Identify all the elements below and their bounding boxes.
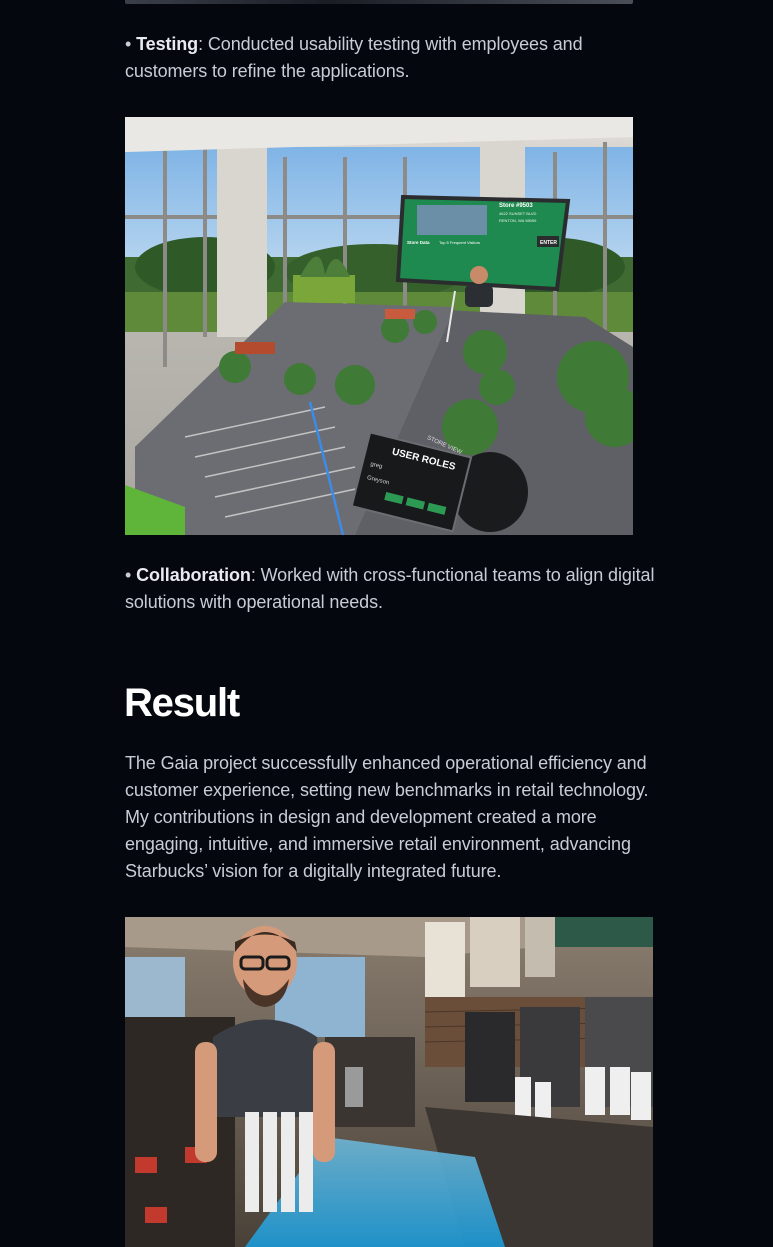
collaboration-paragraph: • Collaboration: Worked with cross-funct… <box>125 562 657 616</box>
sign-address-line2: RENTON, WA 98059 <box>499 218 537 223</box>
sign-enter-button: ENTER <box>540 240 557 246</box>
previous-image-edge <box>125 0 633 4</box>
bullet: • <box>125 565 132 585</box>
sign-visitors-label: Top 5 Frequent Visitors <box>439 240 480 245</box>
sign-store-number: Store #9503 <box>499 203 533 209</box>
bullet: • <box>125 34 132 54</box>
sign-address-line1: 4622 SUNSET BLVD <box>499 211 537 216</box>
result-heading: Result <box>124 681 240 725</box>
testing-term: Testing <box>136 34 199 54</box>
result-paragraph: The Gaia project successfully enhanced o… <box>125 753 649 881</box>
sign-store-data-label: Store Data <box>407 240 430 245</box>
vr-store-map-image: Store #9503 4622 SUNSET BLVD RENTON, WA … <box>125 117 633 535</box>
testing-paragraph: • Testing: Conducted usability testing w… <box>125 31 625 85</box>
vr-cafe-avatar-image <box>125 917 653 1247</box>
collaboration-term: Collaboration <box>136 565 251 585</box>
